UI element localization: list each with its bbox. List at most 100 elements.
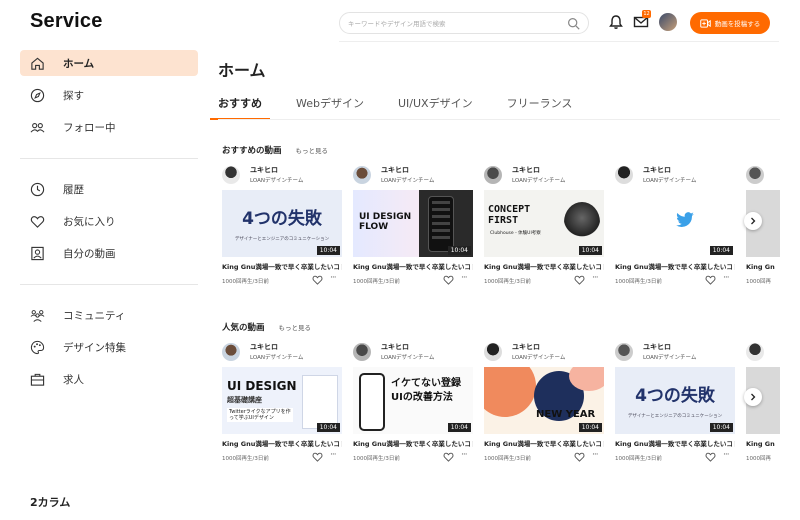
video-thumbnail[interactable]: NEW YEAR 10:04 (484, 367, 604, 434)
author-team: LOANデザインチーム (250, 178, 304, 184)
video-card[interactable]: ユキヒロ LOANデザインチーム UI DESIGN FLOW 10:04 Ki… (353, 165, 473, 288)
user-avatar[interactable] (659, 13, 677, 31)
video-thumbnail[interactable]: UI DESIGN 超基礎講座 Twitterライクなアプリを作って学ぶUIデザ… (222, 367, 342, 434)
author-avatar[interactable] (222, 343, 240, 361)
more-options-icon[interactable]: ··· (592, 273, 599, 283)
more-options-icon[interactable]: ··· (461, 450, 468, 460)
see-more-link[interactable]: もっと見る (279, 322, 312, 332)
sidebar-item-favorites[interactable]: お気に入り (20, 208, 198, 234)
heart-icon[interactable] (312, 275, 323, 285)
video-thumbnail[interactable]: 4つの失敗 デザイナーとエンジニアのコミュニケーション 10:04 (615, 367, 735, 434)
tab-freelance[interactable]: フリーランス (507, 94, 573, 120)
heart-icon[interactable] (574, 275, 585, 285)
video-thumbnail[interactable]: 10:04 (615, 190, 735, 257)
video-title[interactable]: King Gnu満場一致で早く卒業したいコトとは…？！（最後まで動画を見て下さい… (484, 439, 604, 449)
see-more-link[interactable]: もっと見る (296, 145, 329, 155)
mail-button[interactable]: 12 (633, 10, 651, 30)
carousel-next-button[interactable] (744, 388, 762, 406)
more-options-icon[interactable]: ··· (723, 450, 730, 460)
author-avatar[interactable] (353, 343, 371, 361)
more-options-icon[interactable]: ··· (461, 273, 468, 283)
heart-icon[interactable] (705, 275, 716, 285)
author-avatar[interactable] (484, 166, 502, 184)
author-avatar[interactable] (746, 166, 764, 184)
video-title[interactable]: King Gnu満場一致で早く卒業したいコトとは…？！（最後まで動画を見て下さい… (353, 262, 473, 272)
tab-ui-ux-design[interactable]: UI/UXデザイン (398, 94, 473, 120)
author-avatar[interactable] (615, 343, 633, 361)
more-options-icon[interactable]: ··· (723, 273, 730, 283)
video-meta: 1000回再生/3日前 (222, 279, 269, 285)
phone-mockup (359, 373, 385, 431)
more-options-icon[interactable]: ··· (330, 273, 337, 283)
author-avatar[interactable] (746, 343, 764, 361)
video-title[interactable]: King Gnu満場一致で早く卒業したいコトとは…？！（最後まで動画を見て下さい… (484, 262, 604, 272)
author-name[interactable]: ユキヒロ (512, 165, 540, 175)
video-thumbnail[interactable]: CONCEPT FIRST Clubhouse - 体験UI考察 10:04 (484, 190, 604, 257)
heart-icon (30, 214, 45, 229)
video-card[interactable]: ユキヒロ LOANデザインチーム イケてない登録UIの改善方法 10:04 Ki… (353, 342, 473, 465)
heart-icon[interactable] (574, 452, 585, 462)
author-avatar[interactable] (615, 166, 633, 184)
author-name[interactable]: ユキヒロ (381, 342, 409, 352)
compass-icon (30, 88, 45, 103)
video-meta: 1000回再生/3日前 (353, 456, 400, 462)
search-bar[interactable] (339, 12, 589, 34)
carousel-next-button[interactable] (744, 212, 762, 230)
home-icon (30, 56, 45, 71)
video-thumbnail[interactable]: 4つの失敗 デザイナーとエンジニアのコミュニケーション 10:04 (222, 190, 342, 257)
video-thumbnail[interactable]: UI DESIGN FLOW 10:04 (353, 190, 473, 257)
video-title[interactable]: King Gnu満場一致で早く卒業したいコトとは…？！（最後まで動画を見て下さい… (222, 262, 342, 272)
author-team: LOANデザインチーム (643, 355, 697, 361)
sidebar-item-design-features[interactable]: デザイン特集 (20, 334, 198, 360)
video-title[interactable]: King Gnu満場一致で早く卒業したいコトとは…？！（最後まで動画を見て下さい… (615, 439, 735, 449)
sidebar-item-my-videos[interactable]: 自分の動画 (20, 240, 198, 266)
author-name[interactable]: ユキヒロ (381, 165, 409, 175)
video-card[interactable]: ユキヒロ LOANデザインチーム NEW YEAR 10:04 King Gnu… (484, 342, 604, 465)
video-title[interactable]: King Gnu満場一致で早く卒業したいコトとは…？！（最後まで動画を見て下さい… (222, 439, 342, 449)
author-name[interactable]: ユキヒロ (512, 342, 540, 352)
more-options-icon[interactable]: ··· (592, 450, 599, 460)
search-icon[interactable] (567, 17, 580, 30)
video-card[interactable]: ユキヒロ LOANデザインチーム UI DESIGN 超基礎講座 Twitter… (222, 342, 342, 465)
sidebar-item-explore[interactable]: 探す (20, 82, 198, 108)
video-card[interactable]: ユキヒロ LOANデザインチーム 4つの失敗 デザイナーとエンジニアのコミュニケ… (222, 165, 342, 288)
bell-icon[interactable] (608, 14, 624, 30)
card-footer: 1000回再生/3日前 ··· (615, 450, 735, 465)
more-options-icon[interactable]: ··· (330, 450, 337, 460)
author-avatar[interactable] (484, 343, 502, 361)
video-thumbnail[interactable]: イケてない登録UIの改善方法 10:04 (353, 367, 473, 434)
heart-icon[interactable] (705, 452, 716, 462)
video-card[interactable]: ユキヒロ LOANデザインチーム 4つの失敗 デザイナーとエンジニアのコミュニケ… (615, 342, 735, 465)
author-avatar[interactable] (353, 166, 371, 184)
heart-icon[interactable] (443, 275, 454, 285)
video-card[interactable]: ユキヒロ LOANデザインチーム CONCEPT FIRST Clubhouse… (484, 165, 604, 288)
card-header (746, 165, 780, 187)
author-name[interactable]: ユキヒロ (643, 165, 671, 175)
sidebar-item-following[interactable]: フォロー中 (20, 114, 198, 140)
heart-icon[interactable] (312, 452, 323, 462)
card-footer: 1000回再生/3日前 ··· (615, 273, 735, 288)
post-video-button[interactable]: 動画を投稿する (690, 12, 770, 34)
thumbnail-subtitle: デザイナーとエンジニアのコミュニケーション (627, 414, 723, 419)
author-name[interactable]: ユキヒロ (250, 342, 278, 352)
author-avatar[interactable] (222, 166, 240, 184)
author-name[interactable]: ユキヒロ (643, 342, 671, 352)
sidebar-item-community[interactable]: コミュニティ (20, 302, 198, 328)
video-title[interactable]: King Gn (746, 439, 780, 449)
sidebar-item-history[interactable]: 履歴 (20, 176, 198, 202)
tab-recommended[interactable]: おすすめ (210, 94, 270, 120)
video-card[interactable]: ユキヒロ LOANデザインチーム 10:04 King Gnu満場一致で早く卒業… (615, 165, 735, 288)
video-title[interactable]: King Gnu満場一致で早く卒業したいコトとは…？！（最後まで動画を見て下さい… (353, 439, 473, 449)
author-name[interactable]: ユキヒロ (250, 165, 278, 175)
tab-web-design[interactable]: Webデザイン (296, 94, 364, 120)
section-title: 人気の動画 (222, 323, 265, 333)
sidebar-item-jobs[interactable]: 求人 (20, 366, 198, 392)
video-duration: 10:04 (578, 246, 602, 255)
sidebar-item-home[interactable]: ホーム (20, 50, 198, 76)
card-header: ユキヒロ LOANデザインチーム (615, 165, 735, 187)
video-title[interactable]: King Gn (746, 262, 780, 272)
logo[interactable]: Service (30, 10, 103, 33)
heart-icon[interactable] (443, 452, 454, 462)
search-input[interactable] (348, 16, 558, 31)
video-title[interactable]: King Gnu満場一致で早く卒業したいコトとは…？！（最後まで動画を見て下さい… (615, 262, 735, 272)
